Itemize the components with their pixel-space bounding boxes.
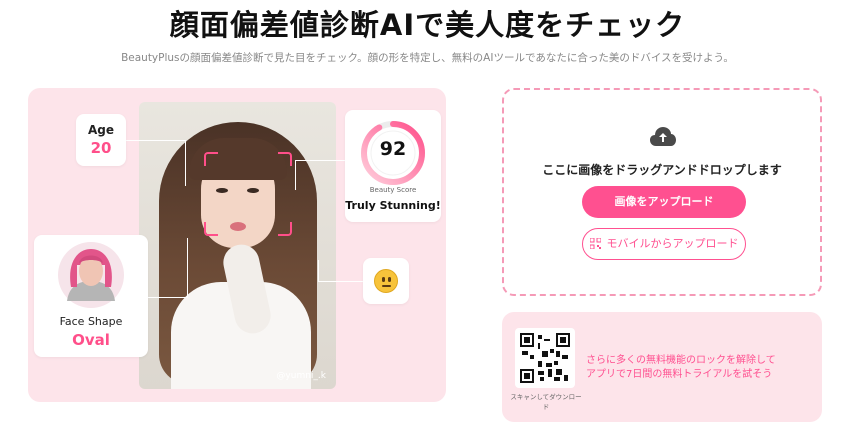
- age-value: 20: [90, 139, 112, 157]
- beauty-score-value: 92: [379, 138, 407, 160]
- upload-from-mobile-label: モバイルからアップロード: [606, 237, 739, 250]
- upload-dropzone[interactable]: ここに画像をドラッグアンドドロップします 画像をアップロード モバイルからアップ…: [502, 88, 822, 296]
- upload-from-mobile-button[interactable]: モバイルからアップロード: [582, 228, 746, 260]
- shape-connector: [148, 238, 188, 298]
- score-connector: [295, 160, 345, 190]
- age-card: Age 20: [76, 114, 126, 166]
- promo-text: さらに多くの無料機能のロックを解除して アプリで7日間の無料トライアルを試そう: [586, 354, 816, 382]
- face-shape-card: Face Shape Oval: [34, 235, 148, 357]
- emoji-card: [363, 258, 409, 304]
- face-avatar-icon: [58, 242, 124, 308]
- face-shape-label: Face Shape: [59, 315, 123, 328]
- age-connector: [126, 140, 186, 186]
- photo-credit: @yumni_.k: [276, 371, 326, 381]
- qr-code-icon: [589, 237, 601, 249]
- face-scan-frame: [204, 152, 292, 236]
- cloud-upload-icon: [650, 127, 676, 146]
- age-label: Age: [87, 123, 114, 137]
- emoji-connector: [318, 260, 364, 282]
- promo-line-1: さらに多くの無料機能のロックを解除して: [586, 355, 776, 366]
- beauty-score-label: Beauty Score: [369, 186, 417, 194]
- promo-line-2: アプリで7日間の無料トライアルを試そう: [586, 369, 773, 380]
- qr-caption: スキャンしてダウンロード: [510, 393, 582, 411]
- upload-image-button[interactable]: 画像をアップロード: [582, 186, 746, 218]
- qr-code-icon: [520, 333, 570, 383]
- drop-instructions: ここに画像をドラッグアンドドロップします: [542, 163, 782, 177]
- app-promo-panel: スキャンしてダウンロード さらに多くの無料機能のロックを解除して アプリで7日間…: [502, 312, 822, 422]
- download-qr-code[interactable]: [515, 328, 575, 388]
- page-subtitle: BeautyPlusの顔面偏差値診断で見た目をチェック。顔の形を特定し、無料のA…: [121, 52, 734, 64]
- page-title: 顔面偏差値診断AIで美人度をチェック: [169, 8, 686, 42]
- face-shape-value: Oval: [72, 331, 110, 349]
- neutral-face-icon: [374, 269, 398, 293]
- beauty-score-card: 92 Beauty Score Truly Stunning!: [345, 110, 441, 222]
- beauty-score-text: Truly Stunning!: [345, 199, 441, 212]
